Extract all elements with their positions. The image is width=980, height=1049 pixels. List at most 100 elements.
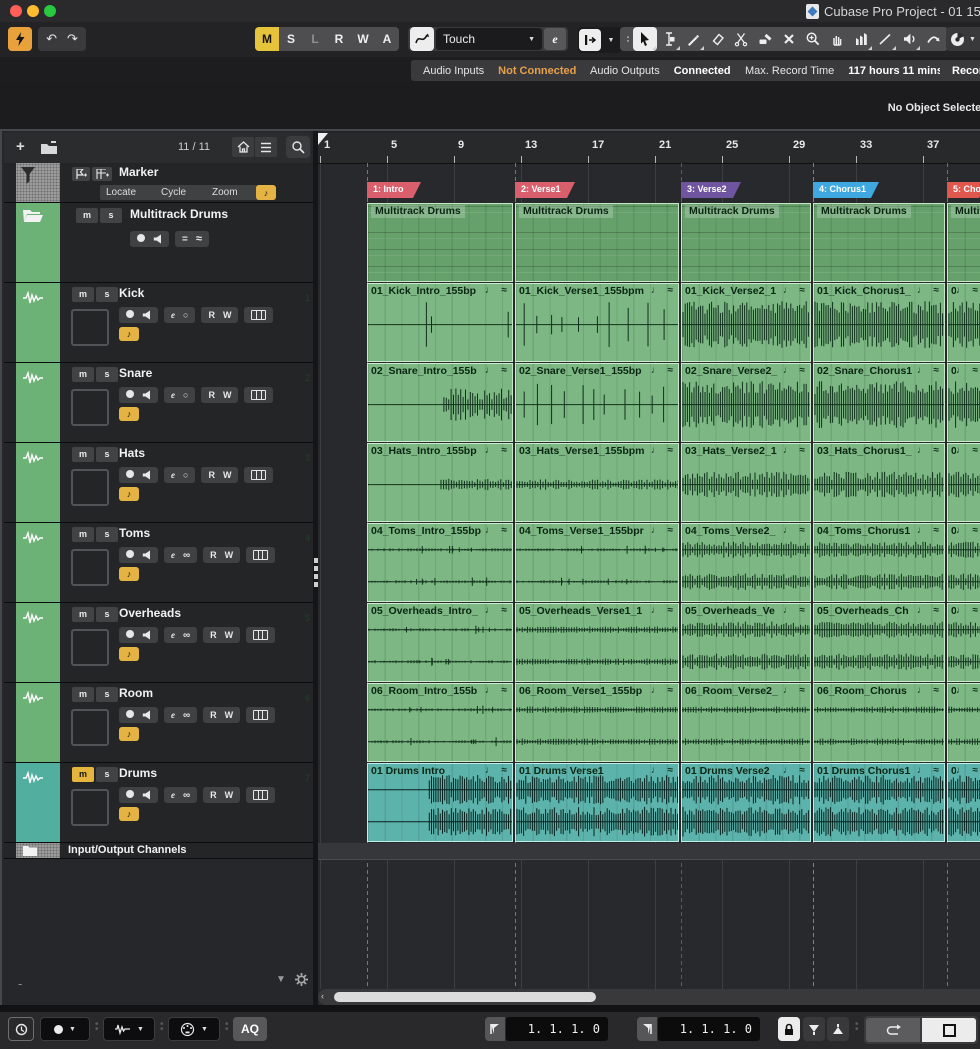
musical-timebase-button[interactable]: ♪ [119, 487, 139, 501]
show-lanes-button[interactable] [251, 470, 266, 480]
audio-event[interactable]: 01_Kick_Intro_155bp♩ ≈ [367, 283, 513, 362]
monitor-button[interactable] [142, 710, 151, 720]
audio-event[interactable]: 01_Kick_Chorus1_♩ ≈ [813, 283, 945, 362]
mute-button[interactable]: m [72, 687, 94, 702]
undo-icon[interactable]: ↶ [46, 31, 57, 47]
marker-flag[interactable]: 2: Verse1 [515, 182, 575, 198]
audio-event[interactable]: 04_Toms_Verse1_155bpr♩ ≈ [515, 523, 679, 602]
track-folder-multitrack-drums[interactable]: msMultitrack Drums=≈ [4, 203, 313, 283]
automation-mode-r[interactable]: R [327, 27, 351, 51]
scroll-left-arrow-icon[interactable]: ‹ [321, 991, 324, 1001]
audio-event[interactable]: 02_Snare_Verse1_155bp♩ ≈ [515, 363, 679, 442]
solo-button[interactable]: s [96, 527, 118, 542]
glue-tool[interactable] [753, 27, 777, 51]
marker-zoom-button[interactable]: Zoom [206, 185, 260, 200]
monitor-button[interactable] [142, 310, 151, 320]
automation-mode-l[interactable]: L [303, 27, 327, 51]
horizontal-scrollbar[interactable]: ‹ [318, 989, 980, 1005]
channel-config-indicator[interactable]: ○ [183, 390, 188, 400]
track-kick[interactable]: 1msKicke○RW♪ [4, 283, 313, 363]
split-tool[interactable] [729, 27, 753, 51]
musical-timebase-button[interactable]: ♪ [119, 727, 139, 741]
audio-event[interactable]: 03_Hats_Verse2_1♩ ≈ [681, 443, 811, 522]
read-automation-button[interactable]: R [208, 390, 215, 400]
track-room[interactable]: 6msRoome∞RW♪ [4, 683, 313, 763]
audio-event[interactable]: 05_Overheads_Ve♩ ≈ [681, 603, 811, 682]
marker-flag[interactable]: 3: Verse2 [681, 182, 741, 198]
monitor-button[interactable] [153, 234, 162, 244]
automation-settings-button[interactable]: e [544, 28, 566, 50]
solo-button[interactable]: s [96, 367, 118, 382]
track-overheads[interactable]: 5msOverheadse∞RW♪ [4, 603, 313, 683]
audio-event[interactable]: 04_Toms_Verse2_♩ ≈ [681, 523, 811, 602]
write-automation-button[interactable]: W [223, 390, 232, 400]
track-snare[interactable]: 2msSnaree○RW♪ [4, 363, 313, 443]
audio-event[interactable]: 06_Room_Verse1_155bp♩ ≈ [515, 683, 679, 762]
edit-channel-button[interactable]: e [171, 710, 175, 720]
play-tool[interactable] [897, 27, 921, 51]
musical-timebase-button[interactable]: ♪ [119, 327, 139, 341]
write-automation-button[interactable]: W [223, 470, 232, 480]
audio-event[interactable]: 05_Overheads_Intro_♩ ≈ [367, 603, 513, 682]
draw-tool[interactable] [681, 27, 705, 51]
monitor-button[interactable] [142, 550, 151, 560]
audio-event[interactable]: 01 Dru♩ ≈ [947, 763, 980, 842]
audio-event[interactable]: 03_Hat♩ ≈ [947, 443, 980, 522]
mute-button[interactable]: m [72, 607, 94, 622]
channel-config-indicator[interactable]: ∞ [183, 630, 190, 641]
midi-record-mode-button[interactable]: ▼ [168, 1017, 220, 1041]
monitor-button[interactable] [142, 630, 151, 640]
write-automation-button[interactable]: W [225, 630, 234, 640]
monitor-button[interactable] [142, 470, 151, 480]
record-enable-button[interactable] [126, 710, 134, 720]
autoscroll-button[interactable] [579, 29, 601, 51]
read-automation-button[interactable]: R [210, 630, 217, 640]
solo-button[interactable]: s [100, 208, 122, 223]
cycle-button[interactable] [866, 1018, 920, 1042]
zoom-tool[interactable] [801, 27, 825, 51]
gear-icon[interactable] [294, 972, 309, 987]
automation-mode-a[interactable]: A [375, 27, 399, 51]
edit-channel-button[interactable]: e [171, 310, 175, 320]
show-lanes-button[interactable] [253, 630, 268, 640]
audio-event[interactable]: 06_Room_Verse2_♩ ≈ [681, 683, 811, 762]
audio-event[interactable]: 03_Hats_Verse1_155bpm♩ ≈ [515, 443, 679, 522]
edit-channel-button[interactable]: e [171, 550, 175, 560]
line-tool[interactable] [873, 27, 897, 51]
track-io-channels[interactable]: Input/Output Channels [4, 843, 313, 859]
mute-button[interactable]: m [72, 527, 94, 542]
audio-event[interactable]: 01 Drums Intro♩ ≈ [367, 763, 513, 842]
read-automation-button[interactable]: R [210, 550, 217, 560]
write-automation-button[interactable]: W [225, 790, 234, 800]
channel-config-indicator[interactable]: ∞ [183, 550, 190, 561]
audio-event[interactable]: 05_Ov♩ ≈ [947, 603, 980, 682]
marker-cycle-button[interactable]: Cycle [155, 185, 213, 200]
musical-timebase-button[interactable]: ♪ [119, 647, 139, 661]
marker-locate-button[interactable]: Locate [100, 185, 162, 200]
record-mode-button[interactable]: ▼ [40, 1017, 90, 1041]
audio-event[interactable]: 02_Sna♩ ≈ [947, 363, 980, 442]
solo-button[interactable]: s [96, 687, 118, 702]
audio-event[interactable]: 04_Toms_Intro_155bp♩ ≈ [367, 523, 513, 602]
audio-event[interactable]: 01 Drums Verse1♩ ≈ [515, 763, 679, 842]
audio-event[interactable]: 02_Snare_Chorus1♩ ≈ [813, 363, 945, 442]
channel-config-indicator[interactable]: ∞ [183, 710, 190, 721]
audio-event[interactable]: 05_Overheads_Verse1_1♩ ≈ [515, 603, 679, 682]
edit-channel-button[interactable]: e [171, 390, 175, 400]
musical-timebase-button[interactable]: ♪ [256, 185, 276, 200]
minimize-window-button[interactable] [27, 5, 39, 17]
record-enable-button[interactable] [137, 234, 145, 244]
show-lanes-button[interactable] [251, 310, 266, 320]
audio-event[interactable]: 03_Hats_Intro_155bp♩ ≈ [367, 443, 513, 522]
scrub-tool[interactable] [921, 27, 945, 51]
audio-event[interactable]: 02_Snare_Intro_155b♩ ≈ [367, 363, 513, 442]
zoom-window-button[interactable] [44, 5, 56, 17]
record-enable-button[interactable] [126, 310, 134, 320]
mute-button[interactable]: m [72, 767, 94, 782]
auto-quantize-button[interactable]: AQ [233, 1017, 267, 1041]
channel-config-indicator[interactable]: ○ [183, 310, 188, 320]
audio-event[interactable]: 05_Overheads_Ch♩ ≈ [813, 603, 945, 682]
activate-project-button[interactable] [8, 27, 32, 51]
track-toms[interactable]: 4msTomse∞RW♪ [4, 523, 313, 603]
comp-tool[interactable] [849, 27, 873, 51]
